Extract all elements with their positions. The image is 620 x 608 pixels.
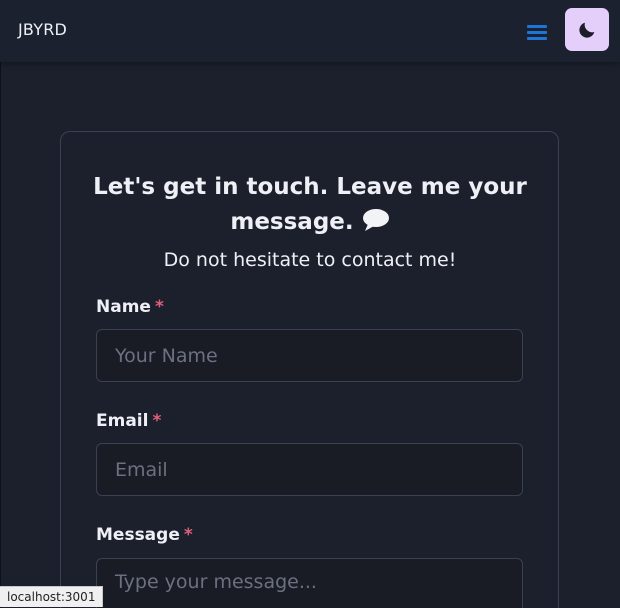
theme-toggle-button[interactable] — [565, 8, 609, 51]
status-bar-url: localhost:3001 — [0, 586, 104, 607]
brand-logo[interactable]: JBYRD — [18, 20, 67, 39]
navbar: JBYRD — [0, 0, 620, 62]
message-label-text: Message — [96, 525, 180, 545]
heading-line-1: Let's get in touch. Leave me your — [93, 174, 527, 200]
name-label-text: Name — [96, 297, 151, 317]
heading-line-2-text: message. — [230, 209, 354, 235]
email-input[interactable] — [96, 443, 523, 496]
required-marker: * — [183, 525, 193, 545]
moon-icon — [579, 22, 595, 38]
speech-bubble-icon — [362, 208, 390, 243]
contact-subtitle: Do not hesitate to contact me! — [163, 249, 457, 271]
required-marker: * — [154, 297, 164, 317]
contact-heading: Let's get in touch. Leave me your messag… — [0, 170, 620, 243]
hamburger-menu-icon — [527, 25, 547, 40]
heading-line-2: message. — [0, 205, 620, 243]
menu-button[interactable] — [524, 20, 550, 44]
name-label: Name * — [96, 297, 164, 317]
name-input[interactable] — [96, 329, 523, 382]
window-edge — [0, 0, 1, 608]
page: JBYRD Let's get in touch. Leave me your … — [0, 0, 620, 608]
email-label-text: Email — [96, 411, 149, 431]
message-label: Message * — [96, 525, 193, 545]
message-textarea[interactable] — [96, 558, 523, 608]
email-label: Email * — [96, 411, 161, 431]
required-marker: * — [152, 411, 162, 431]
